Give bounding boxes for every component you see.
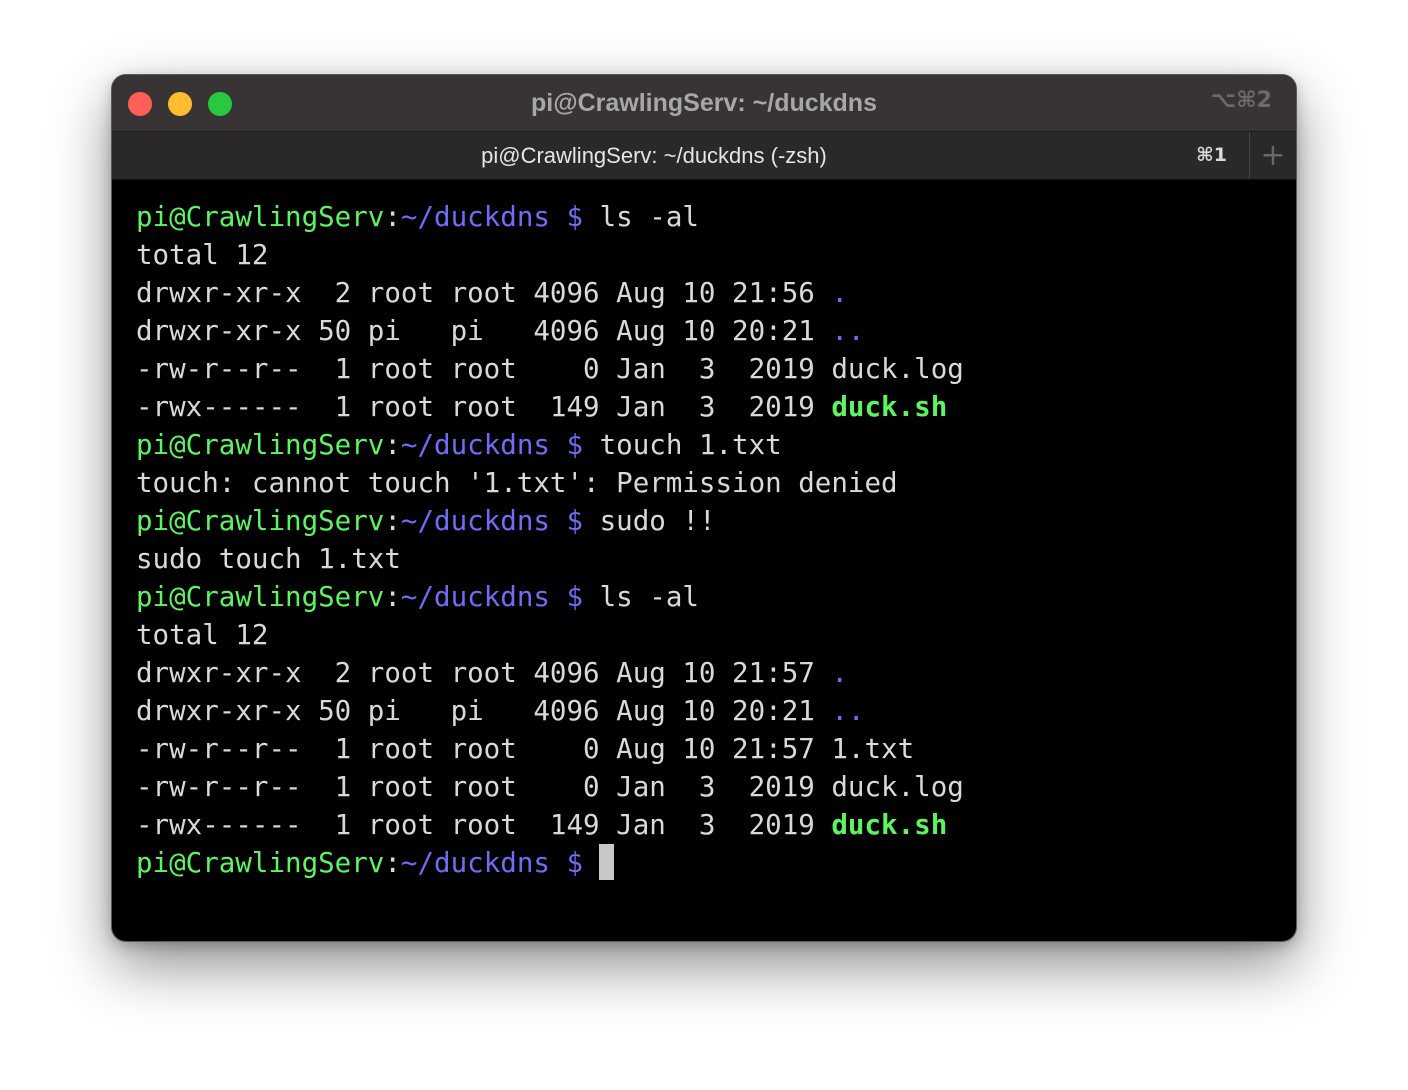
file-metadata: -rwx------ 1 root root 149 Jan 3 2019 [136,809,832,841]
prompt-line: pi@CrawlingServ:~/duckdns $ touch 1.txt [136,426,1276,464]
file-name: duck.sh [831,391,948,423]
ls-entry: -rwx------ 1 root root 149 Jan 3 2019 du… [136,806,1276,844]
ls-entry: -rw-r--r-- 1 root root 0 Aug 10 21:57 1.… [136,730,1276,768]
file-metadata: drwxr-xr-x 50 pi pi 4096 Aug 10 20:21 [136,315,832,347]
terminal-window: pi@CrawlingServ: ~/duckdns ⌥⌘2 pi@Crawli… [112,75,1296,941]
ls-entry: -rwx------ 1 root root 149 Jan 3 2019 du… [136,388,1276,426]
output-line: touch: cannot touch '1.txt': Permission … [136,467,898,499]
ls-entry: -rw-r--r-- 1 root root 0 Jan 3 2019 duck… [136,768,1276,806]
prompt-separator: : [384,505,401,537]
text-cursor [599,844,615,880]
prompt-user: pi@CrawlingServ [136,505,385,537]
ls-entry: drwxr-xr-x 50 pi pi 4096 Aug 10 20:21 .. [136,312,1276,350]
prompt-line: pi@CrawlingServ:~/duckdns $ ls -al [136,578,1276,616]
command-text: ls -al [583,201,699,233]
ls-entry: drwxr-xr-x 50 pi pi 4096 Aug 10 20:21 .. [136,692,1276,730]
ls-entry: -rw-r--r-- 1 root root 0 Jan 3 2019 duck… [136,350,1276,388]
prompt-user: pi@CrawlingServ [136,201,385,233]
prompt-user: pi@CrawlingServ [136,847,385,879]
new-tab-button[interactable]: + [1250,132,1296,179]
file-name: duck.log [831,771,964,803]
prompt-line: pi@CrawlingServ:~/duckdns $ sudo !! [136,502,1276,540]
ls-entry: drwxr-xr-x 2 root root 4096 Aug 10 21:56… [136,274,1276,312]
file-name: . [831,277,848,309]
file-metadata: -rwx------ 1 root root 149 Jan 3 2019 [136,391,832,423]
command-text: touch 1.txt [583,429,782,461]
command-text: sudo !! [583,505,716,537]
title-bar[interactable]: pi@CrawlingServ: ~/duckdns ⌥⌘2 [112,75,1296,132]
command-text: ls -al [583,581,699,613]
tab-zsh[interactable]: pi@CrawlingServ: ~/duckdns (-zsh) ⌘1 [112,132,1250,179]
file-name: .. [831,315,865,347]
prompt-path: ~/duckdns $ [400,201,584,233]
file-metadata: drwxr-xr-x 2 root root 4096 Aug 10 21:57 [136,657,832,689]
file-name: . [831,657,848,689]
terminal-output[interactable]: pi@CrawlingServ:~/duckdns $ ls -al total … [136,198,1276,918]
prompt-separator: : [384,429,401,461]
output-line: total 12 [136,239,269,271]
prompt-separator: : [384,581,401,613]
file-name: .. [831,695,865,727]
file-metadata: -rw-r--r-- 1 root root 0 Jan 3 2019 [136,353,832,385]
tab-title: pi@CrawlingServ: ~/duckdns (-zsh) [481,143,827,168]
prompt-separator: : [384,201,401,233]
tab-shortcut: ⌘1 [1196,144,1227,166]
output-line: sudo touch 1.txt [136,543,401,575]
file-metadata: -rw-r--r-- 1 root root 0 Aug 10 21:57 [136,733,832,765]
prompt-line: pi@CrawlingServ:~/duckdns $ ls -al [136,198,1276,236]
prompt-user: pi@CrawlingServ [136,581,385,613]
prompt-path: ~/duckdns $ [400,581,584,613]
file-name: duck.sh [831,809,948,841]
window-title: pi@CrawlingServ: ~/duckdns [531,89,877,117]
prompt-user: pi@CrawlingServ [136,429,385,461]
file-name: 1.txt [831,733,915,765]
file-metadata: drwxr-xr-x 50 pi pi 4096 Aug 10 20:21 [136,695,832,727]
ls-entry: drwxr-xr-x 2 root root 4096 Aug 10 21:57… [136,654,1276,692]
file-metadata: drwxr-xr-x 2 root root 4096 Aug 10 21:56 [136,277,832,309]
tab-bar: pi@CrawlingServ: ~/duckdns (-zsh) ⌘1 + [112,132,1296,180]
prompt-separator: : [384,847,401,879]
prompt-path: ~/duckdns $ [400,429,584,461]
window-shortcut: ⌥⌘2 [1210,88,1272,113]
file-name: duck.log [831,353,964,385]
output-line: total 12 [136,619,269,651]
prompt-path: ~/duckdns $ [400,505,584,537]
file-metadata: -rw-r--r-- 1 root root 0 Jan 3 2019 [136,771,832,803]
prompt-path: ~/duckdns $ [400,847,584,879]
prompt-line: pi@CrawlingServ:~/duckdns $ [136,844,1276,882]
